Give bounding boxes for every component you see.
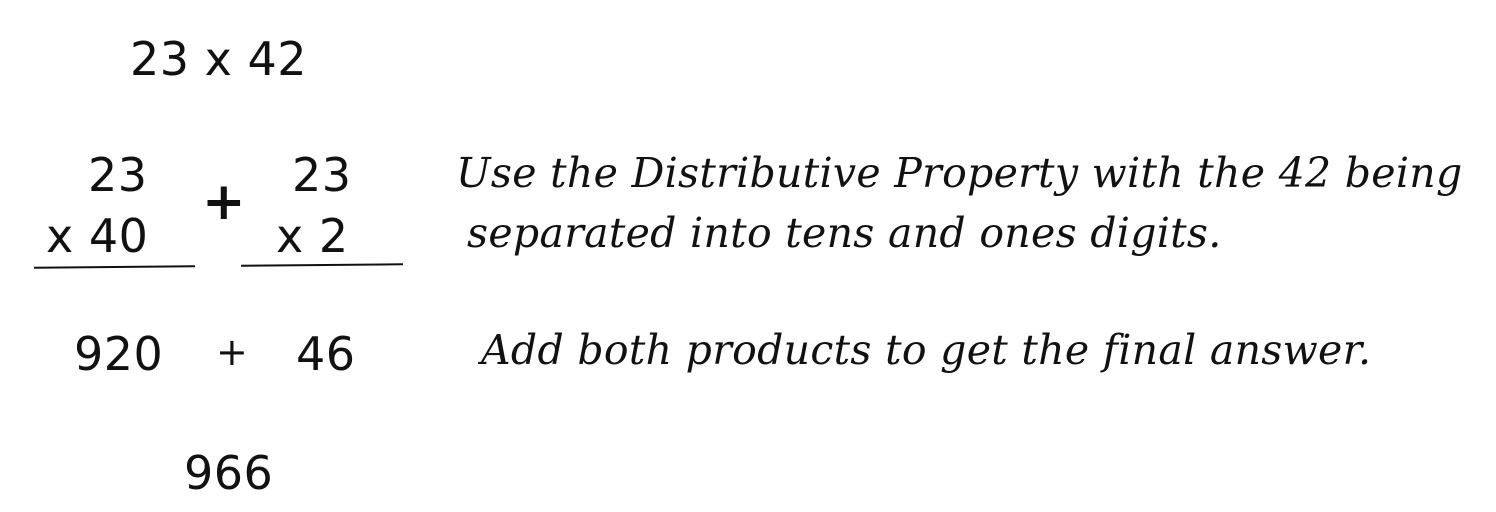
right-multiplicand: 23 xyxy=(292,148,352,202)
partials-plus-sign: + xyxy=(202,172,247,232)
left-multiplicand: 23 xyxy=(88,148,148,202)
final-answer: 966 xyxy=(184,446,274,500)
distributive-note-line2: separated into tens and ones digits. xyxy=(467,209,1222,257)
left-multiplier: x 40 xyxy=(46,209,149,263)
right-multiplier: x 2 xyxy=(276,209,349,263)
worksheet-page: 23 x 42 23 x 40 + 23 x 2 Use the Distrib… xyxy=(0,0,1496,512)
second-product: 46 xyxy=(296,327,356,381)
left-underline xyxy=(33,265,196,269)
distributive-note-line1: Use the Distributive Property with the 4… xyxy=(456,149,1463,197)
first-product: 920 xyxy=(74,327,164,381)
problem-expression: 23 x 42 xyxy=(130,32,308,86)
add-products-note: Add both products to get the final answe… xyxy=(481,326,1372,374)
products-plus-sign: + xyxy=(216,330,249,374)
right-underline xyxy=(240,263,404,267)
